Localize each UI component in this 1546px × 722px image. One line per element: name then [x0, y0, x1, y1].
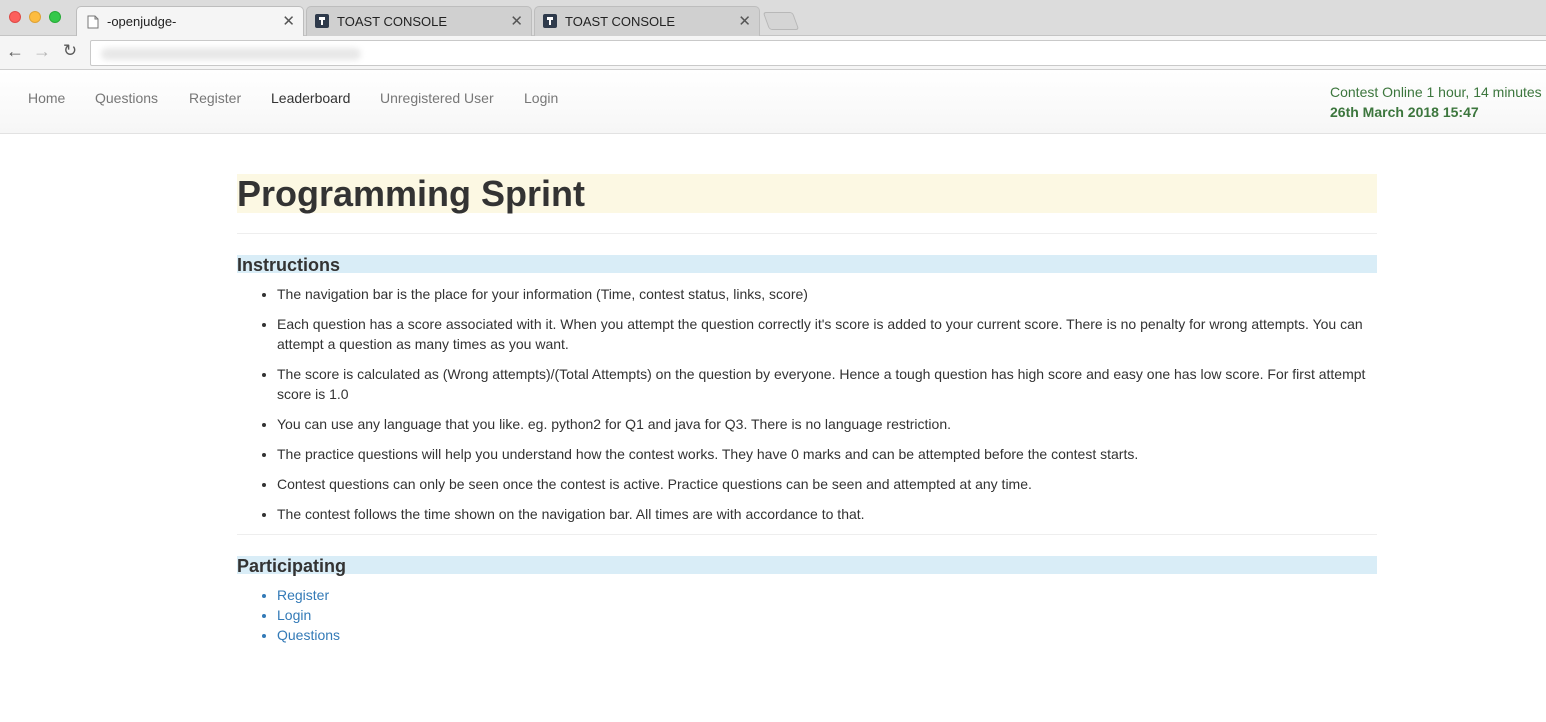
minimize-window-button[interactable] — [29, 11, 41, 23]
page-icon — [87, 15, 99, 29]
browser-tab-bar: -openjudge- ✕ TOAST CONSOLE ✕ TOAST CONS… — [0, 0, 1546, 36]
list-item: Contest questions can only be seen once … — [277, 474, 1377, 494]
close-icon[interactable]: ✕ — [510, 12, 523, 30]
tab-title: -openjudge- — [107, 14, 177, 29]
close-icon[interactable]: ✕ — [738, 12, 751, 30]
list-item: Each question has a score associated wit… — [277, 314, 1377, 354]
link-questions[interactable]: Questions — [277, 627, 340, 643]
divider — [237, 233, 1377, 234]
browser-toolbar: ← → ↻ — [0, 36, 1546, 70]
back-arrow-icon[interactable]: ← — [5, 41, 25, 62]
tab-title: TOAST CONSOLE — [565, 14, 676, 29]
link-register[interactable]: Register — [277, 587, 329, 603]
forward-arrow-icon[interactable]: → — [32, 41, 52, 62]
nav-unregistered-user[interactable]: Unregistered User — [380, 90, 494, 106]
divider — [237, 534, 1377, 535]
address-bar[interactable] — [90, 40, 1546, 66]
toast-icon — [543, 14, 557, 28]
new-tab-button[interactable] — [762, 12, 800, 30]
nav-questions[interactable]: Questions — [95, 90, 158, 106]
participating-list: Register Login Questions — [277, 585, 1377, 645]
tab-toast-console-2[interactable]: TOAST CONSOLE ✕ — [534, 6, 760, 36]
toast-icon — [315, 14, 329, 28]
link-login[interactable]: Login — [277, 607, 311, 623]
maximize-window-button[interactable] — [49, 11, 61, 23]
tab-openjudge[interactable]: -openjudge- ✕ — [76, 6, 304, 36]
contest-status: Contest Online 1 hour, 14 minutes 26th M… — [1330, 84, 1542, 120]
list-item: Questions — [277, 625, 1377, 645]
list-item: Register — [277, 585, 1377, 605]
contest-status-text: Contest Online 1 hour, 14 minutes — [1330, 84, 1542, 100]
contest-date: 26th March 2018 15:47 — [1330, 104, 1479, 120]
list-item: The contest follows the time shown on th… — [277, 504, 1377, 524]
page-title: Programming Sprint — [237, 174, 1377, 214]
close-icon[interactable]: ✕ — [282, 12, 295, 30]
list-item: Login — [277, 605, 1377, 625]
blurred-url — [101, 48, 361, 60]
reload-icon[interactable]: ↻ — [60, 41, 80, 61]
list-item: The navigation bar is the place for your… — [277, 284, 1377, 304]
nav-register[interactable]: Register — [189, 90, 241, 106]
list-item: The score is calculated as (Wrong attemp… — [277, 364, 1377, 404]
participating-heading: Participating — [237, 556, 1377, 576]
list-item: You can use any language that you like. … — [277, 414, 1377, 434]
nav-home[interactable]: Home — [28, 90, 65, 106]
list-item: The practice questions will help you und… — [277, 444, 1377, 464]
tab-title: TOAST CONSOLE — [337, 14, 448, 29]
main-content: Programming Sprint Instructions The navi… — [237, 174, 1377, 645]
nav-leaderboard[interactable]: Leaderboard — [271, 90, 350, 106]
nav-login[interactable]: Login — [524, 90, 558, 106]
instructions-heading: Instructions — [237, 255, 1377, 275]
site-navbar: Home Questions Register Leaderboard Unre… — [0, 71, 1546, 134]
close-window-button[interactable] — [9, 11, 21, 23]
tab-toast-console-1[interactable]: TOAST CONSOLE ✕ — [306, 6, 532, 36]
instructions-list: The navigation bar is the place for your… — [277, 284, 1377, 524]
